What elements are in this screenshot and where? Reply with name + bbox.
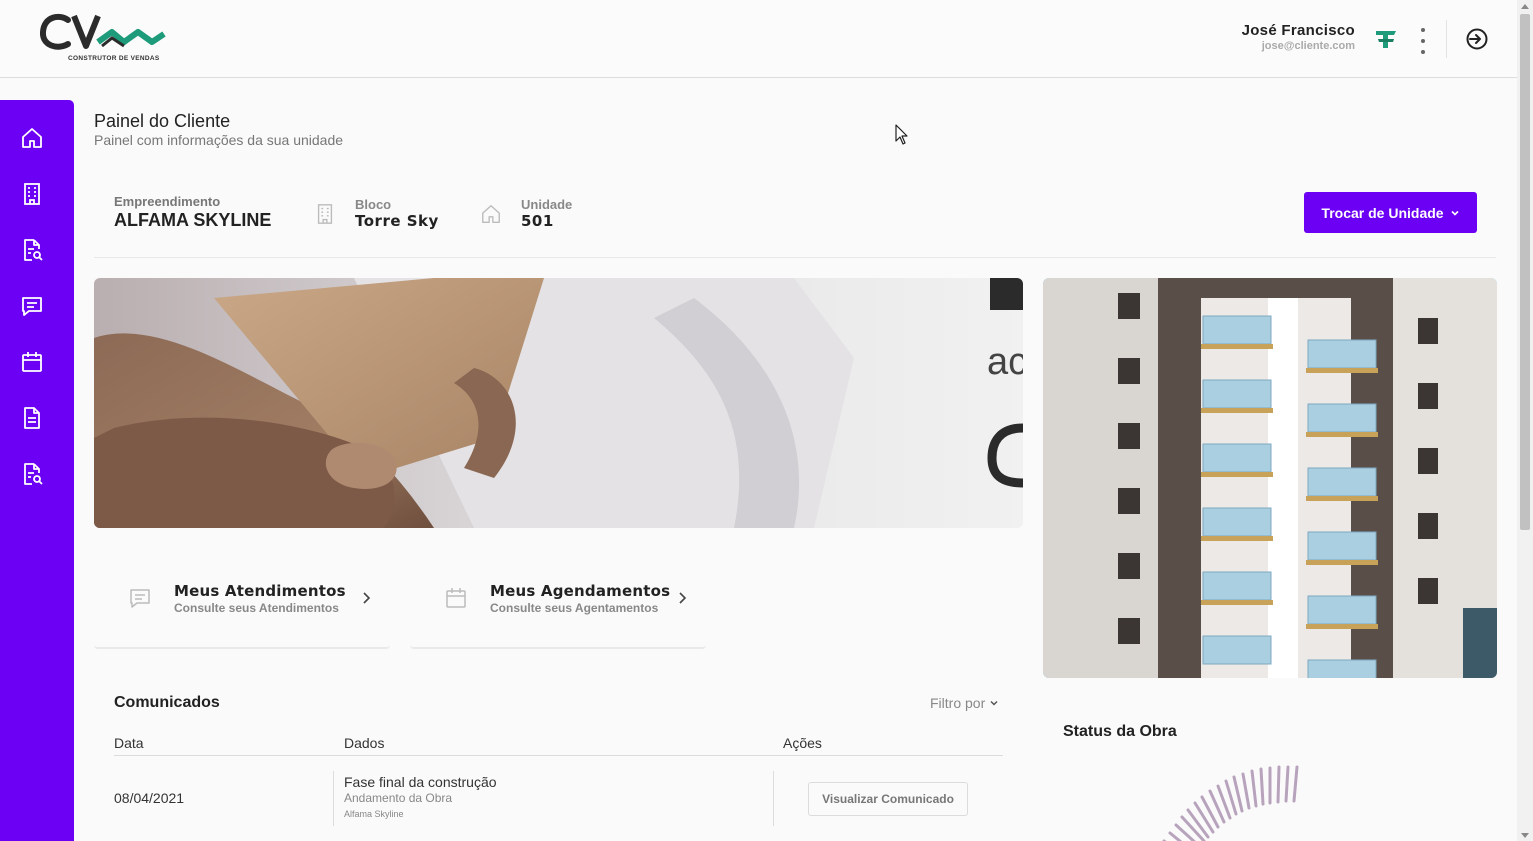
calendar-icon[interactable] xyxy=(20,350,44,374)
column-divider xyxy=(333,771,334,826)
user-info[interactable]: José Francisco jose@cliente.com xyxy=(1242,22,1355,52)
column-header-acoes: Ações xyxy=(783,735,822,751)
banner-image[interactable]: ac xyxy=(94,278,1023,528)
bloco-label: Bloco xyxy=(355,197,392,212)
status-title: Status da Obra xyxy=(1063,723,1177,740)
quick-card-title: Meus Atendimentos xyxy=(174,582,346,600)
filter-dropdown[interactable]: Filtro por xyxy=(930,695,999,711)
quick-card-atendimentos[interactable]: Meus Atendimentos Consulte seus Atendime… xyxy=(94,553,390,649)
page-subtitle: Painel com informações da sua unidade xyxy=(94,132,344,148)
logout-icon[interactable] xyxy=(1465,27,1489,51)
top-bar: CONSTRUTOR DE VENDAS José Francisco jose… xyxy=(0,0,1517,78)
building-illustration xyxy=(1043,278,1497,678)
document-icon[interactable] xyxy=(20,406,44,430)
filter-label: Filtro por xyxy=(930,695,986,711)
switch-unit-button[interactable]: Trocar de Unidade xyxy=(1304,192,1477,233)
status-gauge-chart xyxy=(1162,765,1299,841)
quick-card-title: Meus Agendamentos xyxy=(490,582,671,600)
mouse-cursor-icon xyxy=(895,124,908,145)
unidade-value: 501 xyxy=(521,212,554,230)
calendar-icon xyxy=(446,588,466,608)
row-date: 08/04/2021 xyxy=(114,790,185,806)
column-header-data: Data xyxy=(114,735,144,751)
document-search-icon[interactable] xyxy=(20,462,44,486)
user-email: jose@cliente.com xyxy=(1261,40,1355,52)
quick-card-agendamentos[interactable]: Meus Agendamentos Consulte seus Agentame… xyxy=(410,553,706,649)
chevron-right-icon xyxy=(363,592,371,604)
row-project: Alfama Skyline xyxy=(344,809,404,819)
bloco-value: Torre Sky xyxy=(355,212,439,230)
unit-info-card: Empreendimento ALFAMA SKYLINE Bloco Torr… xyxy=(94,172,1496,258)
sidebar-nav xyxy=(0,100,74,841)
building-icon xyxy=(317,204,333,224)
scroll-down-icon[interactable] xyxy=(1521,833,1529,838)
hands-phone-photo: ac xyxy=(94,278,1023,528)
company-brand-icon xyxy=(1376,31,1396,48)
page-title: Painel do Cliente xyxy=(94,111,231,131)
row-category: Andamento da Obra xyxy=(344,791,453,805)
home-icon xyxy=(482,205,500,223)
more-options-icon[interactable] xyxy=(1415,28,1431,54)
row-title: Fase final da construção xyxy=(344,774,497,790)
chevron-down-icon xyxy=(1451,210,1459,216)
header-divider xyxy=(1446,20,1447,58)
column-header-dados: Dados xyxy=(344,735,385,751)
building-icon[interactable] xyxy=(20,182,44,206)
empreendimento-value: ALFAMA SKYLINE xyxy=(114,210,272,230)
chevron-down-icon xyxy=(990,700,998,706)
user-name: José Francisco xyxy=(1241,22,1355,39)
empreendimento-label: Empreendimento xyxy=(114,194,221,209)
cv-logo[interactable]: CONSTRUTOR DE VENDAS xyxy=(40,12,166,64)
document-search-icon[interactable] xyxy=(20,238,44,262)
table-header-divider xyxy=(114,755,1003,756)
chat-icon xyxy=(130,589,150,608)
home-icon[interactable] xyxy=(20,126,44,150)
page-scrollbar[interactable] xyxy=(1517,0,1533,841)
cv-logo-mark xyxy=(40,13,166,50)
building-photo[interactable] xyxy=(1043,278,1497,678)
logo-tagline: CONSTRUTOR DE VENDAS xyxy=(68,55,160,62)
chevron-right-icon xyxy=(679,592,687,604)
quick-card-subtitle: Consulte seus Agentamentos xyxy=(490,601,659,615)
scroll-thumb[interactable] xyxy=(1520,14,1530,530)
column-divider xyxy=(773,771,774,826)
chat-icon[interactable] xyxy=(20,294,44,318)
switch-unit-label: Trocar de Unidade xyxy=(1321,204,1444,221)
unidade-label: Unidade xyxy=(521,197,573,212)
svg-text:ac: ac xyxy=(987,341,1023,383)
scroll-up-icon[interactable] xyxy=(1521,4,1529,9)
quick-card-subtitle: Consulte seus Atendimentos xyxy=(174,601,339,615)
view-announcement-button[interactable]: Visualizar Comunicado xyxy=(808,782,968,816)
comunicados-title: Comunicados xyxy=(114,694,220,711)
